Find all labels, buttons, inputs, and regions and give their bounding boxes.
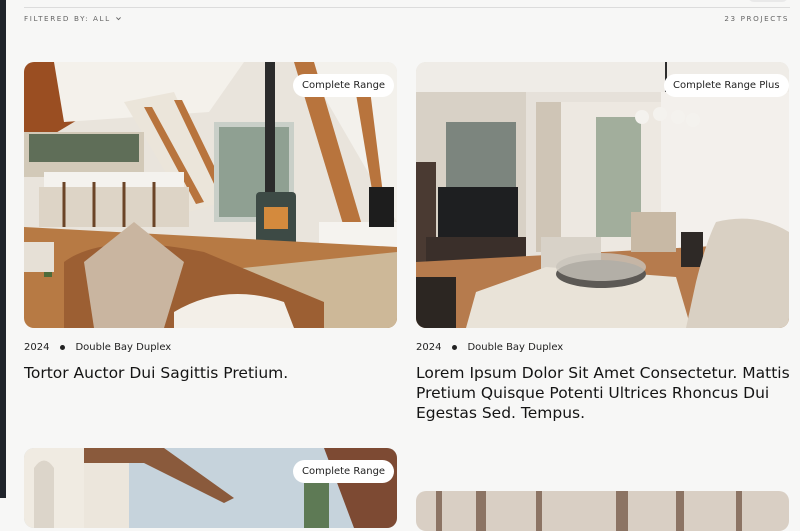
top-divider bbox=[24, 7, 790, 8]
project-image[interactable] bbox=[416, 62, 789, 328]
top-tab-fragment[interactable] bbox=[748, 0, 788, 2]
chevron-down-icon bbox=[115, 17, 121, 21]
project-year: 2024 bbox=[416, 342, 442, 353]
filter-dropdown[interactable]: FILTERED BY: ALL bbox=[24, 14, 122, 23]
filter-label: FILTERED BY: ALL bbox=[24, 14, 111, 23]
project-meta: 2024 Double Bay Duplex bbox=[24, 342, 171, 353]
range-badge: Complete Range bbox=[293, 74, 395, 97]
project-title[interactable]: Lorem Ipsum Dolor Sit Amet Consectetur. … bbox=[416, 363, 790, 423]
project-meta: 2024 Double Bay Duplex bbox=[416, 342, 563, 353]
range-badge: Complete Range Plus bbox=[664, 74, 789, 97]
project-count: 23 PROJECTS bbox=[724, 14, 789, 23]
project-image[interactable] bbox=[416, 491, 789, 531]
range-badge: Complete Range bbox=[293, 460, 395, 483]
separator-dot bbox=[60, 345, 66, 350]
project-title[interactable]: Tortor Auctor Dui Sagittis Pretium. bbox=[24, 363, 396, 383]
window-edge bbox=[0, 0, 6, 498]
project-location: Double Bay Duplex bbox=[75, 342, 172, 353]
project-image[interactable] bbox=[24, 62, 397, 328]
separator-dot bbox=[452, 345, 458, 350]
project-year: 2024 bbox=[24, 342, 50, 353]
project-location: Double Bay Duplex bbox=[467, 342, 564, 353]
